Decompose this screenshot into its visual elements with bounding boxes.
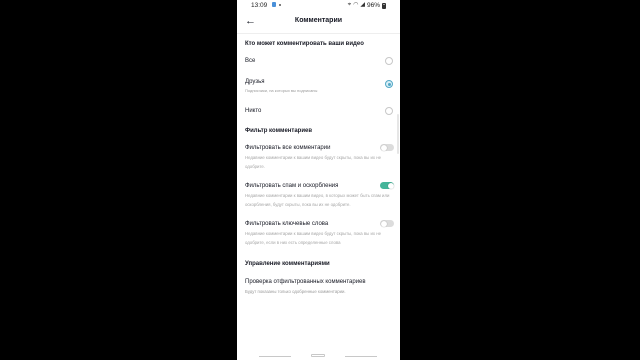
option-friends-label[interactable]: Друзья [245, 79, 264, 85]
nav-back-button[interactable] [345, 356, 377, 357]
system-nav-bar [237, 350, 400, 360]
option-nobody-label[interactable]: Никто [245, 108, 261, 114]
notification-app-icon [272, 2, 276, 7]
status-time: 13:09 [251, 2, 268, 9]
filter-all-description: Недавние комментарии к вашим видео будут… [245, 155, 381, 169]
filter-keywords-toggle[interactable] [380, 220, 394, 227]
battery-icon [382, 2, 386, 9]
filter-keywords-label[interactable]: Фильтровать ключевые слова [245, 221, 328, 227]
option-everyone-label[interactable]: Все [245, 58, 255, 64]
option-friends-sublabel: Подписчики, на которых вы подписаны [245, 88, 318, 93]
top-app-bar: ← Комментарии [237, 11, 400, 34]
radio-friends[interactable] [385, 80, 393, 88]
filter-keywords-description: Недавние комментарии к вашим видео будут… [245, 231, 381, 245]
toggle-knob [380, 144, 387, 151]
section-title-comment-management: Управление комментариями [245, 261, 330, 267]
filter-spam-label[interactable]: Фильтровать спам и оскорбления [245, 183, 338, 189]
filter-spam-toggle[interactable] [380, 182, 394, 189]
filter-all-toggle[interactable] [380, 144, 394, 151]
review-filtered-label[interactable]: Проверка отфильтрованных комментариев [245, 279, 366, 285]
status-icons: ⌖ ◠ ◢ 96% [348, 2, 386, 9]
wifi-icon: ◠ [353, 2, 359, 8]
nav-recents-button[interactable] [259, 356, 291, 357]
section-title-comment-filter: Фильтр комментариев [245, 128, 313, 134]
battery-level: 96% [366, 2, 380, 9]
scrollbar[interactable] [397, 114, 399, 154]
section-title-who-can-comment: Кто может комментировать ваши видео [245, 41, 364, 47]
radio-everyone[interactable] [385, 57, 393, 65]
status-bar: 13:09 ⌖ ◠ ◢ 96% [237, 0, 400, 11]
toggle-knob [387, 182, 394, 189]
radio-nobody[interactable] [385, 107, 393, 115]
location-icon: ⌖ [347, 2, 352, 8]
notification-dot-icon [279, 4, 281, 6]
toggle-knob [380, 220, 387, 227]
signal-icon: ◢ [360, 2, 365, 8]
phone-screen: 13:09 ⌖ ◠ ◢ 96% ← Комментарии Кто может … [237, 0, 400, 360]
page-title: Комментарии [294, 17, 343, 24]
filter-all-label[interactable]: Фильтровать все комментарии [245, 145, 330, 151]
review-filtered-description: Будут показаны только одобренные коммент… [245, 289, 346, 294]
filter-spam-description: Недавние комментарии к вашим видео, в ко… [245, 193, 390, 207]
nav-home-button[interactable] [311, 354, 325, 357]
